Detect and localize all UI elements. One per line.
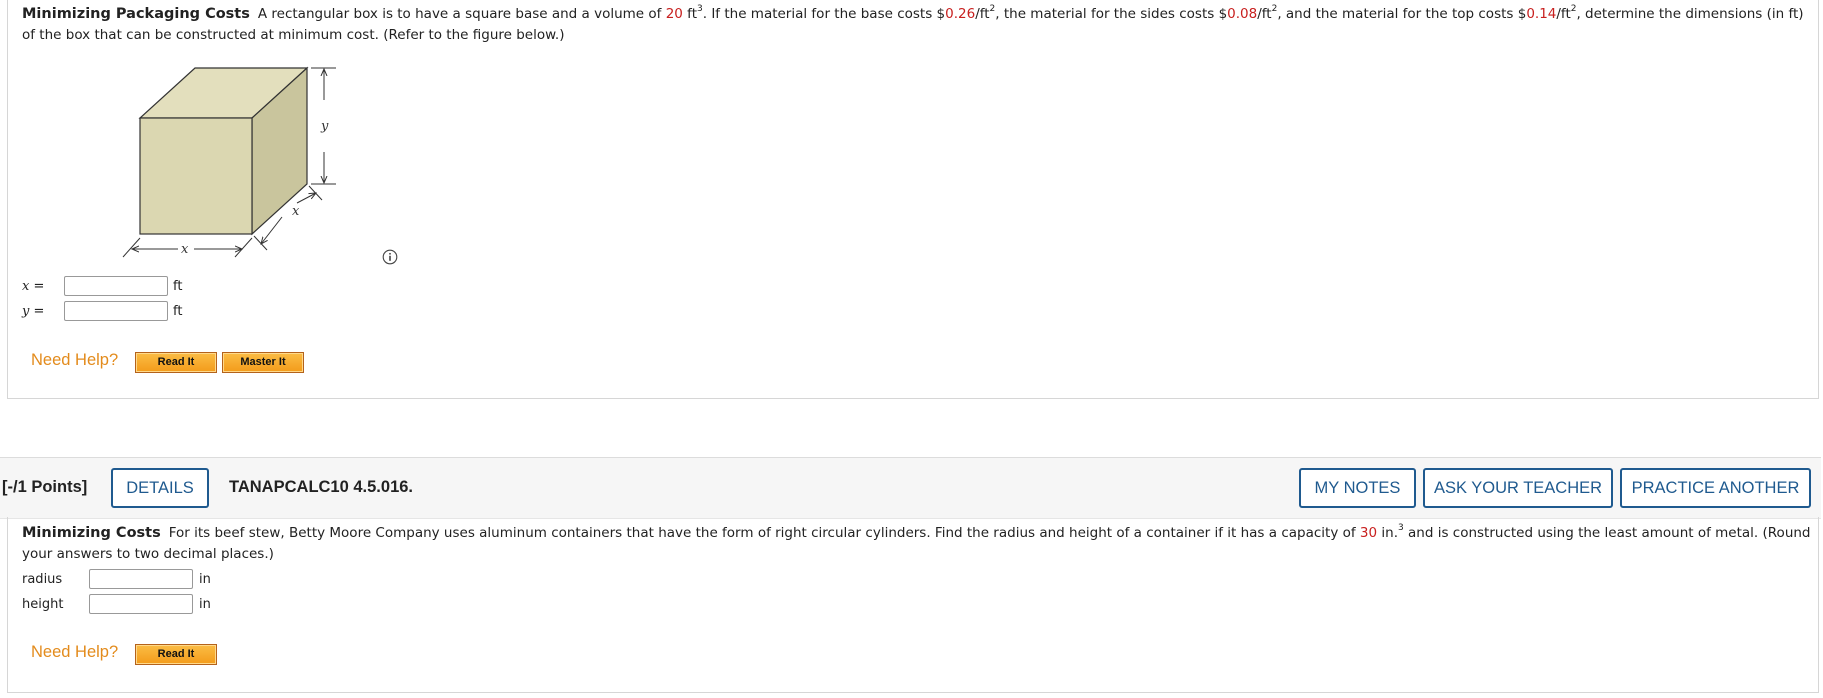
depth-dimension-arrow-b <box>296 193 316 204</box>
master-it-button[interactable]: Master It <box>222 352 304 373</box>
height-answer-unit: in <box>199 597 211 612</box>
ask-your-teacher-button[interactable]: ASK YOUR TEACHER <box>1423 468 1613 508</box>
radius-label: radius <box>22 572 63 587</box>
question-1-title: Minimizing Packaging Costs <box>22 6 250 22</box>
y-answer-input[interactable] <box>64 301 168 321</box>
question-1-text: Minimizing Packaging Costs A rectangular … <box>22 3 1804 43</box>
box-front-face <box>139 117 253 235</box>
front-dimension-label: x <box>181 242 189 257</box>
side-cost-value: 0.08 <box>1227 6 1258 22</box>
read-it-button[interactable]: Read It <box>135 352 217 373</box>
info-circle-icon[interactable] <box>382 249 398 265</box>
base-cost-value: 0.26 <box>945 6 976 22</box>
box-figure: y x x <box>122 66 336 258</box>
answer-y-var: y <box>22 304 30 319</box>
answer-x-var: x <box>22 279 30 294</box>
question-2-header: [-/1 Points] DETAILS TANAPCALC10 4.5.016… <box>0 457 1821 519</box>
practice-another-button[interactable]: PRACTICE ANOTHER <box>1620 468 1811 508</box>
y-answer-unit: ft <box>173 304 183 319</box>
volume-value: 20 <box>665 6 683 22</box>
x-answer-input[interactable] <box>64 276 168 296</box>
height-answer-input[interactable] <box>89 594 193 614</box>
top-cost-value: 0.14 <box>1526 6 1557 22</box>
radius-answer-unit: in <box>199 572 211 587</box>
question-1-panel: Minimizing Packaging Costs A rectangular … <box>7 0 1819 399</box>
depth-dimension-label: x <box>292 204 300 219</box>
question-2-panel: Minimizing Costs For its beef stew, Betty… <box>7 517 1819 693</box>
need-help-label-2: Need Help? <box>31 643 119 661</box>
question-code: TANAPCALC10 4.5.016. <box>229 478 414 496</box>
read-it-button-2[interactable]: Read It <box>135 644 217 665</box>
details-button[interactable]: DETAILS <box>111 468 209 508</box>
height-label: height <box>22 597 64 612</box>
question-2-title: Minimizing Costs <box>22 525 161 541</box>
x-answer-unit: ft <box>173 279 183 294</box>
y-dimension-label: y <box>320 119 329 134</box>
my-notes-button[interactable]: MY NOTES <box>1299 468 1416 508</box>
capacity-value: 30 <box>1359 525 1378 541</box>
points-label: [-/1 Points] <box>2 478 88 496</box>
radius-answer-input[interactable] <box>89 569 193 589</box>
need-help-label: Need Help? <box>31 351 119 369</box>
question-2-text: Minimizing Costs For its beef stew, Betty… <box>22 522 1811 562</box>
